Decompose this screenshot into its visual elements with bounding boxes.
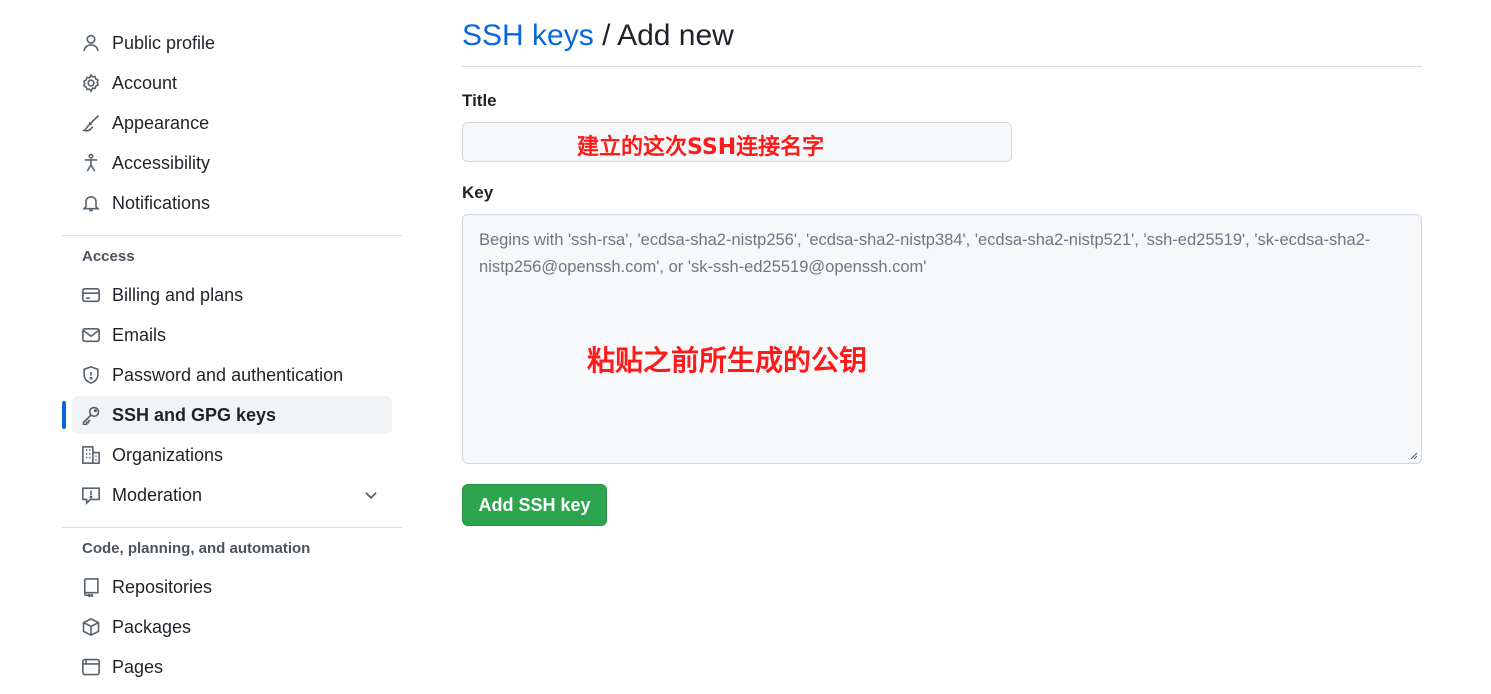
credit-card-icon [81,285,101,305]
main-content: SSH keys / Add new Title 建立的这次SSH连接名字 Ke… [462,0,1422,526]
sidebar-item-label: Moderation [112,484,203,505]
sidebar-item-organizations[interactable]: Organizations [72,436,392,474]
organization-icon [81,445,101,465]
heading-divider [462,66,1422,67]
sidebar-item-label: Account [112,72,178,93]
sidebar-item-moderation[interactable]: Moderation [72,476,392,514]
sidebar-item-emails[interactable]: Emails [72,316,392,354]
sidebar-divider [62,235,402,236]
shield-icon [81,365,101,385]
section-heading-access: Access [82,248,135,265]
paintbrush-icon [81,113,101,133]
person-icon [81,33,101,53]
key-icon [81,405,101,425]
sidebar-item-label: Notifications [112,192,211,213]
page-title: SSH keys / Add new [462,16,1422,56]
sidebar-item-label: Emails [112,324,167,345]
resize-handle-icon[interactable] [1408,450,1418,460]
repo-icon [81,577,101,597]
chevron-down-icon[interactable] [362,486,380,504]
accessibility-icon [81,153,101,173]
key-placeholder: Begins with 'ssh-rsa', 'ecdsa-sha2-nistp… [479,231,1371,276]
sidebar-item-label: SSH and GPG keys [112,404,277,425]
bell-icon [81,193,101,213]
sidebar-item-notifications[interactable]: Notifications [72,184,392,222]
sidebar-divider [62,527,402,528]
sidebar-item-label: Appearance [112,112,210,133]
sidebar-item-billing[interactable]: Billing and plans [72,276,392,314]
sidebar-item-label: Packages [112,616,192,637]
sidebar-item-password[interactable]: Password and authentication [72,356,392,394]
title-input[interactable]: 建立的这次SSH连接名字 [462,122,1012,162]
sidebar-item-appearance[interactable]: Appearance [72,104,392,142]
section-heading-code: Code, planning, and automation [82,540,311,557]
sidebar-item-label: Password and authentication [112,364,344,385]
title-annotation: 建立的这次SSH连接名字 [577,135,825,160]
sidebar-item-label: Organizations [112,444,224,465]
title-label: Title [462,91,497,110]
sidebar-item-packages[interactable]: Packages [72,608,392,646]
settings-sidebar: Public profile Account Appearance Access… [62,22,402,688]
sidebar-item-label: Pages [112,656,164,677]
mail-icon [81,325,101,345]
sidebar-item-account[interactable]: Account [72,64,392,102]
breadcrumb-ssh-keys-link[interactable]: SSH keys [462,19,594,52]
sidebar-item-repositories[interactable]: Repositories [72,568,392,606]
sidebar-item-label: Accessibility [112,152,211,173]
add-ssh-key-button[interactable]: Add SSH key [462,484,607,526]
package-icon [81,617,101,637]
breadcrumb-separator: / [602,19,611,52]
key-label: Key [462,183,494,202]
key-textarea[interactable]: Begins with 'ssh-rsa', 'ecdsa-sha2-nistp… [462,214,1422,464]
sidebar-item-label: Public profile [112,32,216,53]
key-annotation: 粘贴之前所生成的公钥 [587,344,868,377]
sidebar-item-label: Repositories [112,576,213,597]
breadcrumb-current: Add new [617,19,734,52]
sidebar-item-label: Billing and plans [112,284,244,305]
browser-icon [81,657,101,677]
sidebar-item-pages[interactable]: Pages [72,648,392,686]
report-icon [81,485,101,505]
sidebar-item-accessibility[interactable]: Accessibility [72,144,392,182]
gear-icon [81,73,101,93]
sidebar-item-ssh-gpg-keys[interactable]: SSH and GPG keys [62,396,392,434]
sidebar-item-public-profile[interactable]: Public profile [72,24,392,62]
